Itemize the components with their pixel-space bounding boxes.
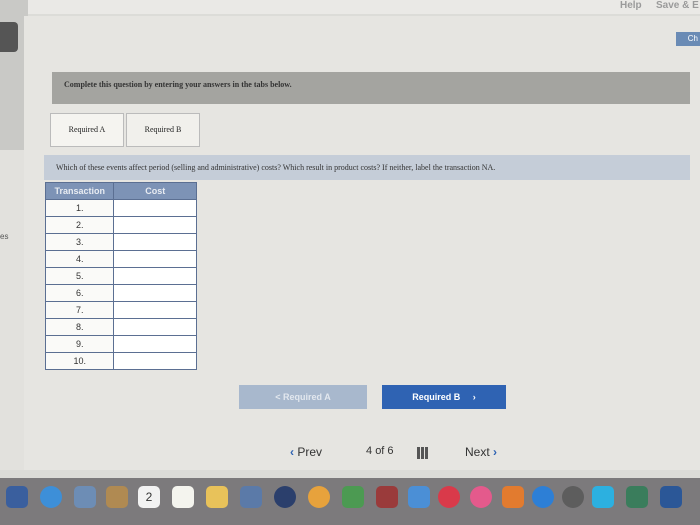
table-row: 3. (44, 233, 197, 251)
notes-icon[interactable] (172, 486, 194, 508)
help-link[interactable]: Help (620, 0, 642, 11)
cost-dropdown[interactable] (113, 284, 197, 302)
next-label: Next (465, 445, 490, 459)
instructions-bar: Complete this question by entering your … (52, 72, 690, 104)
cost-dropdown[interactable] (113, 233, 197, 251)
table-row: 2. (44, 216, 197, 234)
tab-required-b[interactable]: Required B (126, 113, 200, 147)
chevron-right-icon: › (493, 445, 498, 459)
safari-icon[interactable] (40, 486, 62, 508)
table-row: 5. (44, 267, 197, 285)
table-row: 9. (44, 335, 197, 353)
app-store-icon[interactable] (532, 486, 554, 508)
column-header-transaction: Transaction (44, 182, 115, 200)
transaction-number: 7. (44, 301, 115, 319)
c-app-icon[interactable] (592, 486, 614, 508)
current-page: 4 (366, 445, 373, 457)
transaction-number: 6. (44, 284, 115, 302)
left-edge-text: es (0, 232, 9, 241)
cost-dropdown[interactable] (113, 301, 197, 319)
table-row: 1. (44, 199, 197, 217)
cost-dropdown[interactable] (113, 318, 197, 336)
save-exit-link[interactable]: Save & E (656, 0, 699, 11)
column-header-cost: Cost (113, 182, 197, 200)
stickies-icon[interactable] (206, 486, 228, 508)
table-row: 8. (44, 318, 197, 336)
next-required-label: Required B (412, 392, 461, 402)
photo-app-icon[interactable] (74, 486, 96, 508)
next-page-link[interactable]: Next › (465, 445, 497, 459)
messages-icon[interactable] (274, 486, 296, 508)
answer-table: Transaction Cost 1. 2. 3. 4. 5. 6. 7. 8.… (44, 182, 197, 370)
transaction-number: 4. (44, 250, 115, 268)
left-sidebar-tab[interactable] (0, 22, 18, 52)
transaction-number: 2. (44, 216, 115, 234)
system-preferences-icon[interactable] (562, 486, 584, 508)
word-icon[interactable] (660, 486, 682, 508)
transaction-number: 9. (44, 335, 115, 353)
table-row: 10. (44, 352, 197, 370)
transaction-number: 3. (44, 233, 115, 251)
itunes-icon[interactable] (470, 486, 492, 508)
contacts-icon[interactable] (106, 486, 128, 508)
next-required-button[interactable]: Required B › (382, 385, 506, 409)
facetime-icon[interactable] (342, 486, 364, 508)
cost-dropdown[interactable] (113, 250, 197, 268)
chevron-right-icon: › (472, 392, 476, 402)
transaction-number: 1. (44, 199, 115, 217)
photos-icon[interactable] (308, 486, 330, 508)
books-icon[interactable] (502, 486, 524, 508)
photo-booth-icon[interactable] (376, 486, 398, 508)
app-icon-2[interactable] (626, 486, 648, 508)
transaction-number: 5. (44, 267, 115, 285)
table-row: 6. (44, 284, 197, 302)
prev-page-link[interactable]: ‹ Prev (290, 445, 322, 459)
total-pages: of 6 (375, 445, 394, 457)
app-icon[interactable] (408, 486, 430, 508)
cost-dropdown[interactable] (113, 199, 197, 217)
cost-dropdown[interactable] (113, 335, 197, 353)
transaction-number: 8. (44, 318, 115, 336)
table-row: 7. (44, 301, 197, 319)
finder-icon[interactable] (6, 486, 28, 508)
check-button[interactable]: Ch (676, 32, 700, 46)
do-not-disturb-icon[interactable] (438, 486, 460, 508)
prev-label: Prev (297, 445, 323, 459)
table-row: 4. (44, 250, 197, 268)
prev-required-button[interactable]: < Required A (239, 385, 367, 409)
cost-dropdown[interactable] (113, 267, 197, 285)
cost-dropdown[interactable] (113, 216, 197, 234)
maps-icon[interactable] (240, 486, 262, 508)
question-text: Which of these events affect period (sel… (44, 155, 690, 180)
cost-dropdown[interactable] (113, 352, 197, 370)
question-grid-icon[interactable] (417, 447, 429, 459)
tab-required-a[interactable]: Required A (50, 113, 124, 147)
calendar-icon[interactable]: 2 (138, 486, 160, 508)
top-bar: Help Save & E (0, 0, 700, 14)
page-indicator: 4 of 6 (366, 445, 394, 457)
transaction-number: 10. (44, 352, 115, 370)
chevron-left-icon: ‹ (290, 445, 294, 459)
